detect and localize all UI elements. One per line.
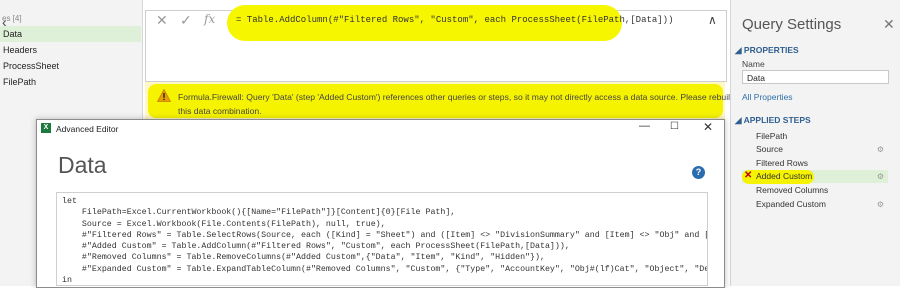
step-label: Expanded Custom bbox=[756, 199, 826, 209]
window-title: Advanced Editor bbox=[56, 124, 119, 134]
help-icon[interactable]: ? bbox=[692, 166, 705, 179]
all-properties-link[interactable]: All Properties bbox=[742, 92, 793, 102]
step-added-custom-text: Added Custom bbox=[742, 170, 888, 183]
code-editor[interactable]: let FilePath=Excel.CurrentWorkbook(){[Na… bbox=[56, 192, 708, 286]
name-label: Name bbox=[742, 59, 765, 69]
close-window-icon[interactable]: ✕ bbox=[703, 120, 713, 134]
fx-icon[interactable]: fx bbox=[204, 12, 215, 26]
step-removed-columns[interactable]: Removed Columns bbox=[742, 184, 888, 197]
step-error-x-icon: ✕ bbox=[744, 170, 753, 181]
warning-message-line1: Formula.Firewall: Query 'Data' (step 'Ad… bbox=[178, 92, 735, 102]
cancel-icon[interactable]: ✕ bbox=[156, 12, 168, 29]
query-item-processsheet[interactable]: ProcessSheet bbox=[0, 58, 141, 74]
code-line: FilePath=Excel.CurrentWorkbook(){[Name="… bbox=[81, 208, 456, 218]
queries-header: es [4] ‹ bbox=[0, 11, 140, 30]
minimize-icon[interactable]: — bbox=[639, 120, 650, 132]
step-label: Filtered Rows bbox=[756, 158, 808, 168]
excel-app-icon: X bbox=[41, 123, 51, 133]
editor-heading: Data bbox=[58, 152, 107, 178]
properties-header: ◢ PROPERTIES bbox=[735, 45, 799, 56]
formula-buttons: ✕ ✓ fx bbox=[148, 12, 224, 32]
query-item-headers[interactable]: Headers bbox=[0, 42, 141, 58]
step-filepath[interactable]: FilePath bbox=[742, 130, 888, 143]
step-expanded-custom[interactable]: Expanded Custom ⚙ bbox=[742, 198, 888, 211]
code-line: #"Expanded Custom" = Table.ExpandTableCo… bbox=[81, 264, 707, 274]
formula-text[interactable]: = Table.AddColumn(#"Filtered Rows", "Cus… bbox=[236, 15, 673, 25]
step-source[interactable]: Source ⚙ bbox=[742, 143, 888, 156]
query-item-data[interactable]: Data bbox=[0, 26, 141, 42]
step-label: FilePath bbox=[756, 131, 788, 141]
collapse-triangle-icon[interactable]: ◢ bbox=[735, 115, 742, 125]
code-line: let bbox=[62, 197, 77, 206]
step-label: Source bbox=[756, 144, 783, 154]
applied-steps-header-label: APPLIED STEPS bbox=[743, 115, 811, 125]
confirm-check-icon[interactable]: ✓ bbox=[180, 12, 192, 29]
advanced-editor-titlebar[interactable] bbox=[37, 120, 722, 138]
warning-icon bbox=[156, 88, 172, 102]
code-line: Source = Excel.Workbook(File.Contents(Fi… bbox=[81, 219, 386, 229]
query-settings-title: Query Settings bbox=[742, 16, 842, 33]
step-label: Removed Columns bbox=[756, 185, 829, 195]
query-item-filepath[interactable]: FilePath bbox=[0, 74, 141, 90]
expand-formula-icon[interactable]: ∧ bbox=[708, 13, 717, 27]
close-icon[interactable]: ✕ bbox=[883, 16, 895, 33]
step-filtered-rows[interactable]: Filtered Rows bbox=[742, 157, 888, 170]
applied-steps-header: ◢ APPLIED STEPS bbox=[735, 115, 811, 126]
step-label: Added Custom bbox=[756, 171, 813, 181]
code-line: #"Filtered Rows" = Table.SelectRows(Sour… bbox=[81, 230, 707, 240]
gear-icon[interactable]: ⚙ bbox=[877, 198, 884, 211]
collapse-triangle-icon[interactable]: ◢ bbox=[735, 45, 742, 55]
code-line: in bbox=[62, 276, 72, 286]
maximize-icon[interactable]: ☐ bbox=[670, 121, 679, 132]
gear-icon[interactable]: ⚙ bbox=[877, 143, 884, 156]
properties-header-label: PROPERTIES bbox=[743, 45, 799, 55]
warning-message-line2: this data combination. bbox=[178, 106, 262, 116]
code-line: #"Removed Columns" = Table.RemoveColumns… bbox=[81, 253, 545, 263]
query-name-field[interactable]: Data bbox=[742, 70, 889, 84]
code-lines: let FilePath=Excel.CurrentWorkbook(){[Na… bbox=[62, 196, 707, 286]
code-line: #"Added Custom" = Table.AddColumn(#"Filt… bbox=[81, 242, 570, 252]
